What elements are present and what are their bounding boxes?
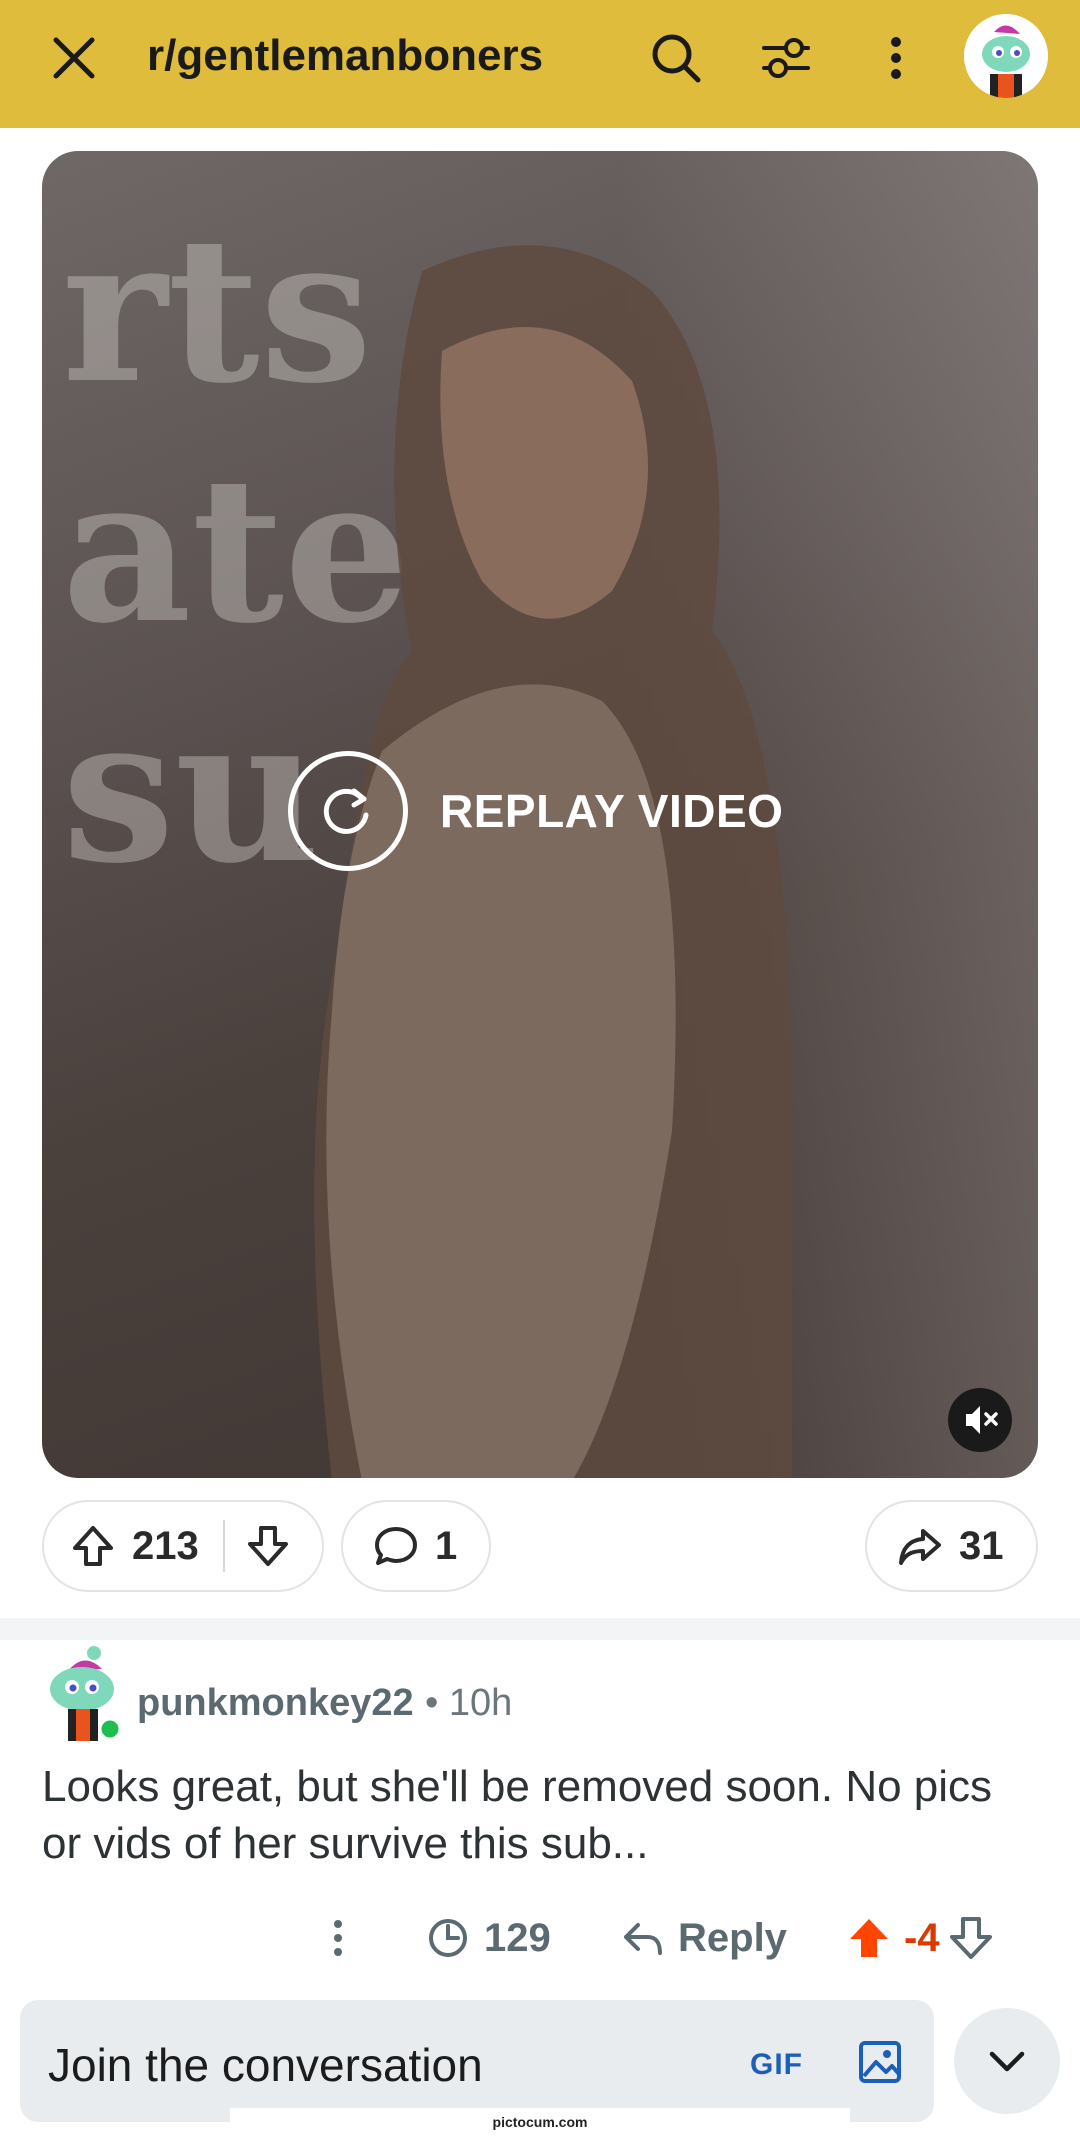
- replay-label: REPLAY VIDEO: [440, 785, 784, 837]
- share-button[interactable]: 31: [865, 1500, 1038, 1592]
- reply-label: Reply: [678, 1915, 787, 1960]
- watermark: pictocum.com: [230, 2108, 850, 2136]
- comment-more-button[interactable]: [326, 1910, 350, 1966]
- award-count: 129: [484, 1915, 551, 1960]
- reply-button[interactable]: Reply: [620, 1910, 787, 1966]
- more-vertical-icon[interactable]: [868, 30, 924, 86]
- collapse-button[interactable]: [954, 2008, 1060, 2114]
- subreddit-title[interactable]: r/gentlemanboners: [147, 24, 543, 88]
- award-button[interactable]: 129: [426, 1910, 551, 1966]
- post-video[interactable]: rts ate su REPLAY VIDEO: [42, 151, 1038, 1478]
- share-count: 31: [959, 1523, 1004, 1568]
- composer-placeholder[interactable]: Join the conversation: [48, 2038, 483, 2092]
- comment-icon: [375, 1527, 417, 1565]
- reply-icon: [624, 1923, 662, 1955]
- search-icon[interactable]: [648, 30, 704, 86]
- vote-pill: 213: [42, 1500, 324, 1592]
- upvote-count: 213: [132, 1523, 199, 1568]
- section-divider: [0, 1618, 1080, 1640]
- downvote-icon[interactable]: [245, 1523, 291, 1569]
- comment-body: Looks great, but she'll be removed soon.…: [42, 1762, 993, 1868]
- comments-button[interactable]: 1: [341, 1500, 491, 1592]
- user-avatar[interactable]: [964, 14, 1048, 98]
- clock-icon: [429, 1919, 467, 1957]
- image-icon[interactable]: [856, 2038, 904, 2086]
- close-icon[interactable]: [44, 28, 104, 88]
- comment-score: -4: [904, 1915, 940, 1960]
- vote-divider: [222, 1520, 225, 1572]
- muted-speaker-icon[interactable]: [948, 1388, 1012, 1452]
- chevron-down-icon: [989, 2051, 1025, 2072]
- upvote-icon[interactable]: [70, 1523, 116, 1569]
- comment-meta: • 10h: [425, 1682, 512, 1725]
- top-bar: r/gentlemanboners: [0, 0, 1080, 128]
- share-icon: [899, 1529, 941, 1565]
- meta-separator: •: [425, 1682, 439, 1724]
- more-vertical-icon: [334, 1920, 342, 1956]
- comment-username[interactable]: punkmonkey22: [137, 1682, 414, 1725]
- replay-icon: [288, 751, 408, 871]
- upvote-icon[interactable]: [846, 1915, 892, 1961]
- replay-video-button[interactable]: REPLAY VIDEO: [288, 751, 783, 871]
- comment-time: 10h: [448, 1682, 513, 1724]
- comment-composer[interactable]: Join the conversation GIF: [20, 2000, 934, 2122]
- filter-icon[interactable]: [758, 30, 814, 86]
- downvote-icon[interactable]: [948, 1915, 994, 1961]
- comment-count: 1: [435, 1523, 458, 1568]
- commenter-avatar[interactable]: [44, 1643, 122, 1743]
- gif-button[interactable]: GIF: [750, 2048, 803, 2082]
- comment-vote: -4: [846, 1910, 994, 1966]
